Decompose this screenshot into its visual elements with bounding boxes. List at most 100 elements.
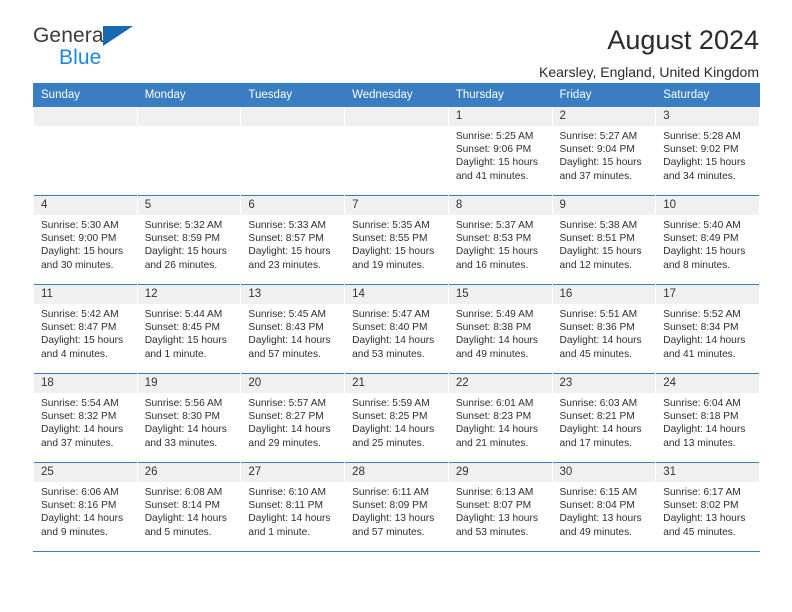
day-number: 30: [552, 463, 656, 482]
daylight-text: Daylight: 14 hours and 49 minutes.: [455, 335, 538, 360]
day-sun-info: Sunrise: 5:30 AM Sunset: 9:00 PM Daylight:…: [34, 215, 137, 272]
day-number: [34, 107, 137, 126]
daylight-text: Daylight: 14 hours and 1 minute.: [248, 513, 331, 538]
day-cell-inner: 10 Sunrise: 5:40 AM Sunset: 8:49 PM Dayligh…: [656, 196, 759, 284]
calendar-day-cell[interactable]: 1 Sunrise: 5:25 AM Sunset: 9:06 PM Daylight…: [447, 106, 553, 196]
calendar-day-cell[interactable]: 3 Sunrise: 5:28 AM Sunset: 9:02 PM Daylight…: [655, 106, 760, 196]
sunset-text: Sunset: 9:00 PM: [41, 233, 117, 245]
sunrise-text: Sunrise: 5:57 AM: [248, 398, 326, 409]
day-sun-info: Sunrise: 6:01 AM Sunset: 8:23 PM Daylight:…: [449, 393, 552, 450]
calendar-day-cell[interactable]: 17 Sunrise: 5:52 AM Sunset: 8:34 PM Dayligh…: [655, 284, 760, 374]
sunset-text: Sunset: 9:02 PM: [663, 144, 739, 156]
day-cell-inner: [345, 107, 448, 195]
calendar-day-cell[interactable]: 14 Sunrise: 5:47 AM Sunset: 8:40 PM Dayligh…: [344, 284, 449, 374]
calendar-day-cell[interactable]: 23 Sunrise: 6:03 AM Sunset: 8:21 PM Dayligh…: [551, 373, 657, 463]
sunset-text: Sunset: 8:57 PM: [248, 233, 324, 245]
daylight-text: Daylight: 14 hours and 9 minutes.: [41, 513, 124, 538]
calendar-day-cell[interactable]: 19 Sunrise: 5:56 AM Sunset: 8:30 PM Dayligh…: [136, 373, 242, 463]
day-cell-inner: 28 Sunrise: 6:11 AM Sunset: 8:09 PM Dayligh…: [345, 463, 448, 551]
calendar-day-cell[interactable]: 13 Sunrise: 5:45 AM Sunset: 8:43 PM Dayligh…: [240, 284, 346, 374]
calendar-day-cell[interactable]: 18 Sunrise: 5:54 AM Sunset: 8:32 PM Dayligh…: [33, 373, 138, 463]
day-sun-info: Sunrise: 5:54 AM Sunset: 8:32 PM Daylight:…: [34, 393, 137, 450]
day-sun-info: Sunrise: 5:28 AM Sunset: 9:02 PM Daylight:…: [656, 126, 759, 183]
daylight-text: Daylight: 15 hours and 1 minute.: [144, 335, 227, 360]
calendar-day-cell[interactable]: 7 Sunrise: 5:35 AM Sunset: 8:55 PM Daylight…: [344, 195, 449, 285]
day-cell-inner: 19 Sunrise: 5:56 AM Sunset: 8:30 PM Dayligh…: [137, 374, 241, 462]
calendar-day-cell[interactable]: 2 Sunrise: 5:27 AM Sunset: 9:04 PM Daylight…: [551, 106, 657, 196]
day-sun-info: Sunrise: 6:06 AM Sunset: 8:16 PM Daylight:…: [34, 482, 137, 539]
sunrise-text: Sunrise: 5:35 AM: [352, 220, 430, 231]
day-number: 26: [137, 463, 241, 482]
calendar-day-cell[interactable]: 6 Sunrise: 5:33 AM Sunset: 8:57 PM Daylight…: [240, 195, 346, 285]
sunset-text: Sunset: 8:47 PM: [41, 322, 117, 334]
day-number: 5: [137, 196, 241, 215]
calendar-day-cell[interactable]: 20 Sunrise: 5:57 AM Sunset: 8:27 PM Dayligh…: [240, 373, 346, 463]
sunset-text: Sunset: 8:45 PM: [144, 322, 221, 334]
sunset-text: Sunset: 8:59 PM: [144, 233, 221, 245]
weekday-header-sunday: Sunday: [33, 83, 138, 107]
day-cell-inner: 29 Sunrise: 6:13 AM Sunset: 8:07 PM Dayligh…: [448, 463, 552, 551]
calendar-day-cell[interactable]: 5 Sunrise: 5:32 AM Sunset: 8:59 PM Daylight…: [136, 195, 242, 285]
daylight-text: Daylight: 15 hours and 23 minutes.: [248, 246, 331, 271]
day-cell-inner: 21 Sunrise: 5:59 AM Sunset: 8:25 PM Dayligh…: [345, 374, 448, 462]
calendar-day-cell[interactable]: 31 Sunrise: 6:17 AM Sunset: 8:02 PM Dayligh…: [655, 462, 760, 552]
calendar-day-cell[interactable]: 11 Sunrise: 5:42 AM Sunset: 8:47 PM Dayligh…: [33, 284, 138, 374]
calendar-day-cell[interactable]: 25 Sunrise: 6:06 AM Sunset: 8:16 PM Dayligh…: [33, 462, 138, 552]
day-sun-info: Sunrise: 6:15 AM Sunset: 8:04 PM Daylight:…: [553, 482, 656, 539]
calendar-day-cell[interactable]: 15 Sunrise: 5:49 AM Sunset: 8:38 PM Dayligh…: [447, 284, 553, 374]
day-sun-info: Sunrise: 6:17 AM Sunset: 8:02 PM Daylight:…: [656, 482, 759, 539]
page-subtitle: Kearsley, England, United Kingdom: [539, 64, 759, 80]
daylight-text: Daylight: 13 hours and 57 minutes.: [352, 513, 435, 538]
calendar-day-cell[interactable]: 12 Sunrise: 5:44 AM Sunset: 8:45 PM Dayligh…: [136, 284, 242, 374]
sunrise-text: Sunrise: 5:44 AM: [144, 309, 223, 320]
calendar-week-row: 4 Sunrise: 5:30 AM Sunset: 9:00 PM Daylight…: [33, 195, 760, 285]
calendar-day-cell[interactable]: 21 Sunrise: 5:59 AM Sunset: 8:25 PM Dayligh…: [344, 373, 449, 463]
daylight-text: Daylight: 15 hours and 16 minutes.: [455, 246, 538, 271]
calendar-day-cell[interactable]: 28 Sunrise: 6:11 AM Sunset: 8:09 PM Dayligh…: [344, 462, 449, 552]
weekday-header-thursday: Thursday: [447, 83, 553, 107]
sunrise-text: Sunrise: 5:54 AM: [41, 398, 119, 409]
sunset-text: Sunset: 8:49 PM: [663, 233, 739, 245]
calendar-day-cell[interactable]: 27 Sunrise: 6:10 AM Sunset: 8:11 PM Dayligh…: [240, 462, 346, 552]
calendar-day-cell[interactable]: 4 Sunrise: 5:30 AM Sunset: 9:00 PM Daylight…: [33, 195, 138, 285]
calendar-day-cell[interactable]: 16 Sunrise: 5:51 AM Sunset: 8:36 PM Dayligh…: [551, 284, 657, 374]
day-sun-info: Sunrise: 5:47 AM Sunset: 8:40 PM Daylight:…: [345, 304, 448, 361]
calendar-day-cell[interactable]: 24 Sunrise: 6:04 AM Sunset: 8:18 PM Dayligh…: [655, 373, 760, 463]
calendar-day-cell[interactable]: 10 Sunrise: 5:40 AM Sunset: 8:49 PM Dayligh…: [655, 195, 760, 285]
calendar-day-cell[interactable]: 26 Sunrise: 6:08 AM Sunset: 8:14 PM Dayligh…: [136, 462, 242, 552]
calendar-day-cell[interactable]: 8 Sunrise: 5:37 AM Sunset: 8:53 PM Daylight…: [447, 195, 553, 285]
day-cell-inner: 27 Sunrise: 6:10 AM Sunset: 8:11 PM Dayligh…: [241, 463, 345, 551]
calendar-day-cell[interactable]: 22 Sunrise: 6:01 AM Sunset: 8:23 PM Dayligh…: [447, 373, 553, 463]
calendar-cell-empty: [344, 106, 449, 196]
sunset-text: Sunset: 8:27 PM: [248, 411, 324, 423]
sunrise-text: Sunrise: 5:45 AM: [248, 309, 326, 320]
day-sun-info: Sunrise: 6:10 AM Sunset: 8:11 PM Daylight:…: [241, 482, 344, 539]
day-cell-inner: 1 Sunrise: 5:25 AM Sunset: 9:06 PM Daylight…: [448, 107, 552, 195]
day-number: 1: [448, 107, 552, 126]
sunset-text: Sunset: 8:04 PM: [559, 500, 635, 512]
day-cell-inner: [241, 107, 345, 195]
day-sun-info: Sunrise: 6:08 AM Sunset: 8:14 PM Daylight:…: [138, 482, 241, 539]
day-number: 6: [241, 196, 345, 215]
daylight-text: Daylight: 14 hours and 41 minutes.: [663, 335, 746, 360]
day-cell-inner: 9 Sunrise: 5:38 AM Sunset: 8:51 PM Daylight…: [552, 196, 656, 284]
calendar-cell-empty: [136, 106, 242, 196]
sunset-text: Sunset: 8:23 PM: [455, 411, 532, 423]
day-cell-inner: 2 Sunrise: 5:27 AM Sunset: 9:04 PM Daylight…: [552, 107, 656, 195]
sunset-text: Sunset: 8:21 PM: [559, 411, 635, 423]
day-cell-inner: 20 Sunrise: 5:57 AM Sunset: 8:27 PM Dayligh…: [241, 374, 345, 462]
day-cell-inner: [137, 107, 241, 195]
day-sun-info: Sunrise: 5:52 AM Sunset: 8:34 PM Daylight:…: [656, 304, 759, 361]
sunrise-text: Sunrise: 6:01 AM: [455, 398, 534, 409]
sunset-text: Sunset: 8:38 PM: [455, 322, 532, 334]
sunrise-text: Sunrise: 6:15 AM: [559, 487, 638, 498]
sunrise-text: Sunrise: 5:25 AM: [455, 131, 534, 142]
day-cell-inner: 7 Sunrise: 5:35 AM Sunset: 8:55 PM Daylight…: [345, 196, 448, 284]
daylight-text: Daylight: 15 hours and 41 minutes.: [455, 157, 538, 182]
weekday-header-row: Sunday Monday Tuesday Wednesday Thursday Frid…: [33, 83, 760, 107]
calendar-week-row: 25 Sunrise: 6:06 AM Sunset: 8:16 PM Dayligh…: [33, 462, 760, 552]
calendar-day-cell[interactable]: 9 Sunrise: 5:38 AM Sunset: 8:51 PM Daylight…: [551, 195, 657, 285]
day-number: 23: [552, 374, 656, 393]
calendar-day-cell[interactable]: 30 Sunrise: 6:15 AM Sunset: 8:04 PM Dayligh…: [551, 462, 657, 552]
calendar-day-cell[interactable]: 29 Sunrise: 6:13 AM Sunset: 8:07 PM Dayligh…: [447, 462, 553, 552]
